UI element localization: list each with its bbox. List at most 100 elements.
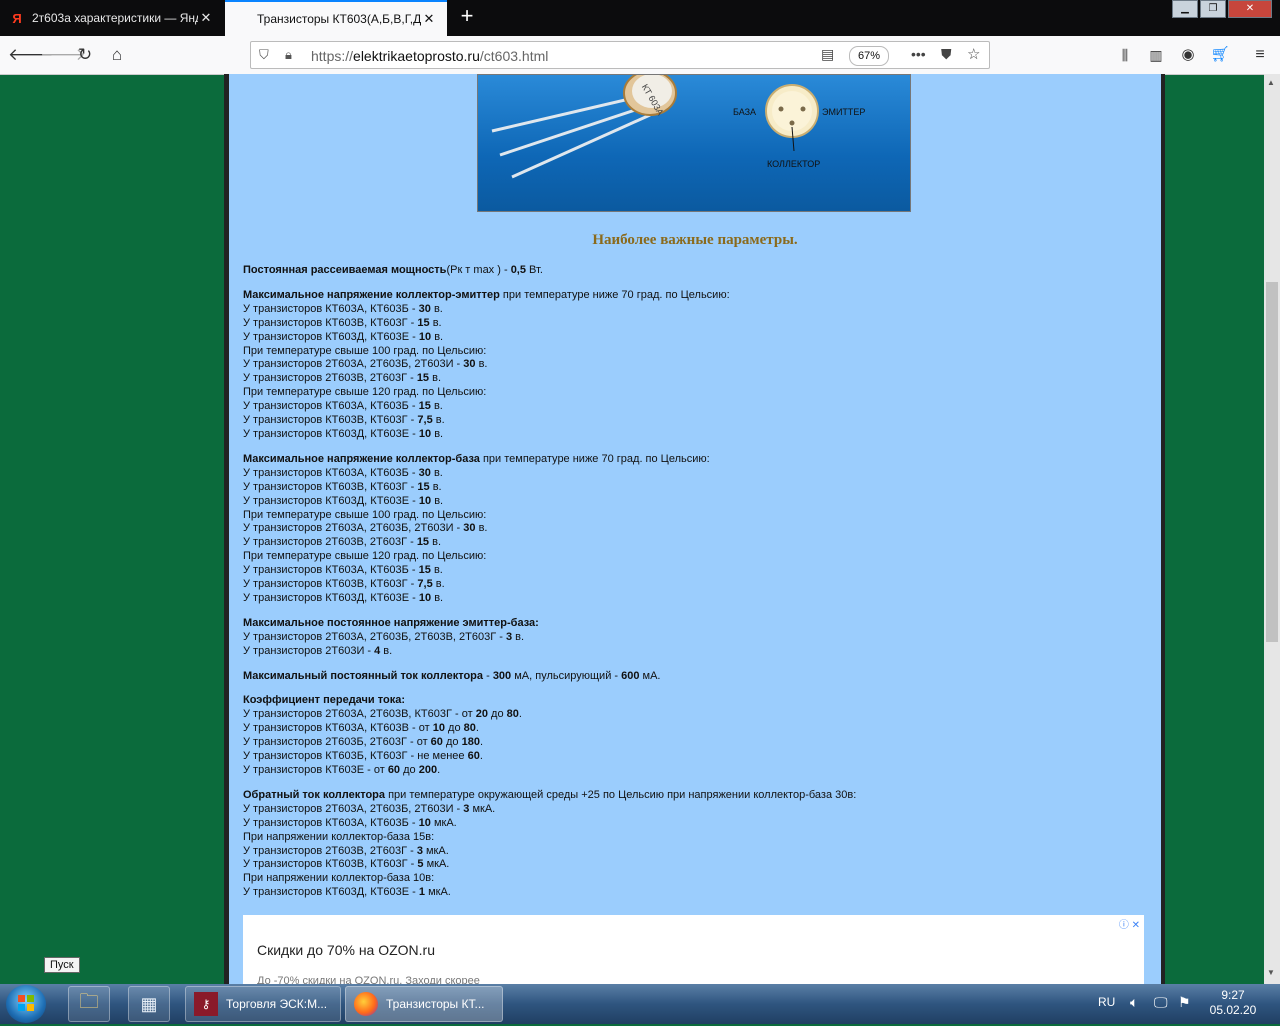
param-text: У транзисторов 2Т603А, 2Т603Б, 2Т603И - — [243, 522, 464, 535]
param-value: 10 — [418, 494, 432, 507]
param-text: в. — [429, 536, 442, 549]
yandex-icon: Я — [12, 10, 22, 26]
forward-button[interactable]: 🡒 — [40, 42, 86, 68]
ad-title[interactable]: Скидки до 70% на OZON.ru — [257, 942, 435, 958]
menu-icon[interactable]: ≡ — [1247, 42, 1273, 68]
param-text: в. — [512, 630, 525, 643]
param-text: У транзисторов КТ603А, КТ603Б - — [243, 302, 419, 315]
network-icon[interactable]: 🖵 — [1154, 994, 1168, 1011]
library-icon[interactable]: ⫼ — [1112, 42, 1138, 68]
close-icon[interactable]: ✕ — [421, 11, 437, 27]
param-text: У транзисторов КТ603Д, КТ603Е - — [243, 427, 419, 440]
language-indicator[interactable]: RU — [1098, 995, 1115, 1009]
param-value: 180 — [461, 736, 480, 749]
param-text: . — [518, 708, 522, 721]
explorer-taskbar-button[interactable]: 🗀 — [68, 986, 110, 1022]
page-actions-icon[interactable]: ••• — [911, 46, 926, 62]
clock[interactable]: 9:27 05.02.20 — [1205, 988, 1261, 1018]
calculator-taskbar-button[interactable]: ▦ — [128, 986, 170, 1022]
scroll-up-icon[interactable]: ▲ — [1267, 78, 1275, 87]
scrollbar[interactable]: ▲ ▼ — [1264, 74, 1280, 984]
param-text: При температуре свыше 100 град. по Цельс… — [243, 344, 487, 357]
minimize-button[interactable]: ▁ — [1172, 0, 1198, 18]
param-line: У транзисторов КТ603В, КТ603Г - 15 в. — [243, 317, 1153, 331]
start-tooltip: Пуск — [44, 957, 80, 973]
param-value: Максимальный постоянный ток коллектора — [243, 669, 484, 682]
calculator-icon: ▦ — [140, 993, 158, 1014]
param-text: в. — [431, 494, 444, 507]
param-text: в. — [475, 522, 488, 535]
shield-icon[interactable]: ⛉ — [259, 47, 269, 63]
param-text: У транзисторов КТ603А, КТ603Б - — [243, 466, 419, 479]
url-bar[interactable]: ⛉ 🔒︎ https://elektrikaetoprosto.ru/ct603… — [250, 41, 990, 69]
param-line: Постоянная рассеиваемая мощность(Рк т ma… — [243, 264, 1153, 278]
param-line: У транзисторов КТ603В, КТ603Г - 7,5 в. — [243, 414, 1153, 428]
scroll-down-icon[interactable]: ▼ — [1267, 968, 1275, 977]
param-line: Максимальное постоянное напряжение эмитт… — [243, 617, 1153, 631]
param-text: У транзисторов КТ603В, КТ603Г - — [243, 316, 418, 329]
param-text: в. — [430, 400, 443, 413]
param-text: У транзисторов 2Т603В, 2Т603Г - — [243, 536, 417, 549]
new-tab-button[interactable]: + — [454, 4, 480, 30]
taskbar-item-1c[interactable]: ⚷ Торговля ЭСК:М... — [185, 986, 341, 1022]
reader-view-icon[interactable]: ▤ — [821, 46, 834, 63]
pin-collector-label: КОЛЛЕКТОР — [767, 159, 820, 169]
tab-yandex-search[interactable]: Я 2т603а характеристики — Яндекс ✕ — [0, 0, 224, 36]
param-line: У транзисторов КТ603А, КТ603Б - 10 мкА. — [243, 817, 1153, 831]
cart-icon[interactable]: 🛒︎ — [1207, 42, 1233, 68]
ad-subtitle[interactable]: До -70% скидки на OZON.ru. Заходи скорее — [257, 975, 480, 984]
param-text: при температуре ниже 70 град. по Цельсию… — [499, 288, 730, 301]
account-icon[interactable]: ◉ — [1175, 42, 1201, 68]
scrollbar-thumb[interactable] — [1266, 282, 1278, 642]
tab-transistors-page[interactable]: Транзисторы КТ603(А,Б,В,Г,Д,Е), 2Т603 ✕ — [225, 0, 447, 36]
param-line: У транзисторов 2Т603В, 2Т603Г - 3 мкА. — [243, 845, 1153, 859]
pocket-icon[interactable]: ⛊ — [941, 46, 952, 63]
volume-icon[interactable]: 🔈︎ — [1130, 994, 1138, 1011]
sidebar-icon[interactable]: ▥ — [1143, 42, 1169, 68]
param-line: У транзисторов 2Т603В, 2Т603Г - 15 в. — [243, 372, 1153, 386]
bookmark-star-icon[interactable]: ☆ — [967, 45, 980, 63]
param-text: мкА. — [430, 816, 457, 829]
param-value: 20 — [475, 708, 488, 721]
param-text: У транзисторов 2Т603Б, 2Т603Г - от — [243, 736, 431, 749]
back-button[interactable]: 🡐 — [8, 42, 54, 68]
url-text[interactable]: https://elektrikaetoprosto.ru/ct603.html — [311, 48, 548, 64]
param-text: У транзисторов 2Т603А, 2Т603Б, 2Т603И - — [243, 802, 464, 815]
param-text: У транзисторов КТ603А, КТ603Б - — [243, 816, 419, 829]
param-text: При напряжении коллектор-база 10в: — [243, 872, 435, 885]
param-text: У транзисторов 2Т603А, 2Т603Б, 2Т603И - — [243, 358, 464, 371]
windows-logo-icon — [18, 995, 34, 1011]
close-icon[interactable]: ✕ — [198, 10, 214, 26]
param-text: У транзисторов 2Т603В, 2Т603Г - — [243, 844, 417, 857]
start-button[interactable] — [6, 985, 46, 1023]
param-text: мА. — [639, 669, 661, 682]
firefox-icon — [354, 992, 378, 1016]
pin-emitter-label: ЭМИТТЕР — [822, 107, 865, 117]
app-key-icon: ⚷ — [194, 992, 218, 1016]
home-button[interactable]: ⌂ — [104, 42, 130, 68]
param-value: 80 — [506, 708, 519, 721]
param-line: При напряжении коллектор-база 10в: — [243, 872, 1153, 886]
tab-strip: Я 2т603а характеристики — Яндекс ✕ Транз… — [0, 0, 1280, 36]
lock-icon[interactable]: 🔒︎ — [285, 47, 292, 63]
taskbar-item-firefox[interactable]: Транзисторы КТ... — [345, 986, 503, 1022]
param-section: Максимальное напряжение коллектор-эмитте… — [243, 289, 1153, 442]
window-close-button[interactable]: ✕ — [1228, 0, 1272, 18]
maximize-button[interactable]: ❐ — [1200, 0, 1226, 18]
param-value: 15 — [417, 480, 430, 493]
param-line: У транзисторов 2Т603В, 2Т603Г - 15 в. — [243, 536, 1153, 550]
param-section: Обратный ток коллектора при температуре … — [243, 789, 1153, 900]
param-line: У транзисторов 2Т603Б, 2Т603Г - от 60 до… — [243, 736, 1153, 750]
param-text: У транзисторов КТ603Д, КТ603Е - — [243, 494, 419, 507]
param-value: 600 — [621, 669, 640, 682]
action-center-icon[interactable]: ⚑ — [1178, 994, 1191, 1011]
param-value: 15 — [418, 564, 431, 577]
param-text: мкА. — [422, 844, 449, 857]
zoom-indicator[interactable]: 67% — [849, 46, 889, 66]
ad-info-close-icon[interactable]: ⓘ ✕ — [1119, 916, 1140, 931]
param-text: мА, пульсирующий - — [511, 669, 622, 682]
param-line: У транзисторов КТ603А, КТ603В - от 10 до… — [243, 722, 1153, 736]
ad-block[interactable]: ⓘ ✕ Скидки до 70% на OZON.ru До -70% ски… — [243, 915, 1144, 984]
param-value: 80 — [463, 722, 476, 735]
reload-button[interactable]: ↻ — [72, 42, 98, 68]
